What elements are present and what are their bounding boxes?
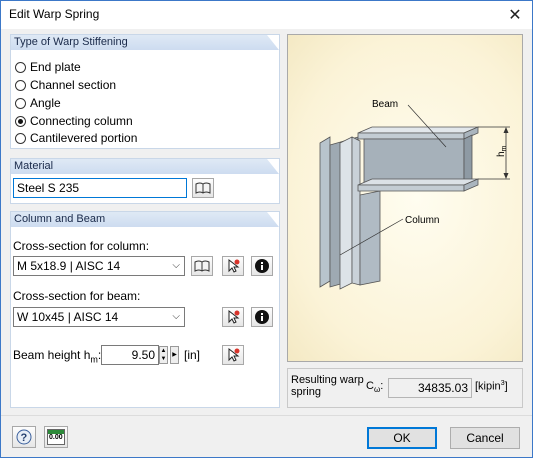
- footer-separator: [1, 415, 532, 416]
- column-section-value: M 5x18.9 | AISC 14: [17, 259, 121, 273]
- chevron-down-icon: ⌵: [172, 260, 180, 271]
- radio-label: End plate: [30, 60, 81, 74]
- beam-section-value: W 10x45 | AISC 14: [17, 310, 119, 324]
- radio-label: Angle: [30, 96, 61, 110]
- help-icon: ?: [16, 429, 32, 445]
- info-icon: [255, 259, 269, 273]
- radio-circle[interactable]: [15, 97, 26, 109]
- beam-pick-button[interactable]: [222, 307, 244, 327]
- radio-circle-selected[interactable]: [15, 115, 26, 127]
- height-dimension-label: hm: [496, 145, 508, 157]
- warp-spring-illustration: Beam Column hm: [319, 99, 510, 290]
- warp-stiffening-heading: Type of Warp Stiffening: [14, 36, 128, 48]
- column-info-button[interactable]: [251, 256, 273, 276]
- beam-info-button[interactable]: [251, 307, 273, 327]
- radio-label: Connecting column: [30, 114, 133, 128]
- beam-section-label: Cross-section for beam:: [13, 289, 141, 303]
- chevron-down-icon: ⌵: [172, 311, 180, 322]
- beam-section-select[interactable]: W 10x45 | AISC 14 ⌵: [13, 307, 185, 327]
- ok-button[interactable]: OK: [367, 427, 437, 449]
- result-label: Resulting warp spring: [291, 374, 364, 398]
- info-icon: [255, 310, 269, 324]
- close-icon: ✕: [508, 7, 522, 24]
- radio-label: Channel section: [30, 78, 117, 92]
- radio-connecting-column[interactable]: Connecting column: [15, 113, 133, 129]
- beam-height-spinner[interactable]: ▲ ▼: [159, 346, 168, 364]
- close-button[interactable]: ✕: [498, 1, 532, 29]
- pick-cursor-icon: [228, 258, 240, 273]
- radio-angle[interactable]: Angle: [15, 95, 61, 111]
- beam-callout-label: Beam: [372, 99, 398, 110]
- arrow-right-icon: ▶: [172, 352, 177, 358]
- spin-up-icon: ▲: [160, 348, 167, 354]
- book-icon: [195, 182, 211, 194]
- beam-height-unit: [in]: [184, 348, 201, 362]
- window-title: Edit Warp Spring: [9, 7, 100, 21]
- calculator-icon: 0.00: [47, 429, 65, 445]
- warp-stiffening-group: Type of Warp Stiffening End plate Channe…: [10, 34, 280, 149]
- beam-height-label: Beam height hm:: [13, 348, 102, 365]
- title-bar: Edit Warp Spring ✕: [1, 1, 532, 29]
- material-group: Material Steel S 235: [10, 158, 280, 204]
- result-value-field: 34835.03: [388, 378, 472, 398]
- radio-circle[interactable]: [15, 61, 26, 73]
- radio-circle[interactable]: [15, 132, 26, 144]
- svg-text:?: ?: [21, 432, 28, 444]
- radio-channel-section[interactable]: Channel section: [15, 77, 116, 93]
- result-symbol: Cω:: [366, 380, 384, 395]
- beam-height-arrow-button[interactable]: ▶: [170, 346, 179, 364]
- spin-down-icon: ▼: [160, 356, 167, 362]
- column-beam-group: Column and Beam Cross-section for column…: [10, 211, 280, 408]
- column-pick-button[interactable]: [222, 256, 244, 276]
- radio-label: Cantilevered portion: [30, 131, 138, 145]
- column-section-label: Cross-section for column:: [13, 239, 150, 253]
- radio-circle[interactable]: [15, 79, 26, 91]
- beam-height-input[interactable]: 9.50: [101, 345, 159, 365]
- material-input[interactable]: Steel S 235: [13, 178, 187, 198]
- pick-cursor-icon: [228, 347, 240, 362]
- beam-height-pick-button[interactable]: [222, 345, 244, 365]
- pick-cursor-icon: [228, 309, 240, 324]
- column-beam-heading: Column and Beam: [14, 213, 106, 225]
- column-section-select[interactable]: M 5x18.9 | AISC 14 ⌵: [13, 256, 185, 276]
- result-unit: [kipin3]: [475, 380, 508, 393]
- help-button[interactable]: ?: [12, 426, 36, 448]
- units-decimals-button[interactable]: 0.00: [44, 426, 68, 448]
- cancel-button[interactable]: Cancel: [450, 427, 520, 449]
- material-heading: Material: [14, 160, 54, 172]
- column-library-button[interactable]: [191, 256, 213, 276]
- edit-warp-spring-dialog: Edit Warp Spring ✕ Type of Warp Stiffeni…: [0, 0, 533, 458]
- result-group: Resulting warp spring Cω: 34835.03 [kipin…: [287, 368, 523, 408]
- radio-cantilevered-portion[interactable]: Cantilevered portion: [15, 130, 137, 146]
- book-icon: [194, 260, 210, 272]
- radio-end-plate[interactable]: End plate: [15, 59, 81, 75]
- column-callout-label: Column: [405, 215, 439, 226]
- material-library-button[interactable]: [192, 178, 214, 198]
- illustration-panel: Beam Column hm: [287, 34, 523, 362]
